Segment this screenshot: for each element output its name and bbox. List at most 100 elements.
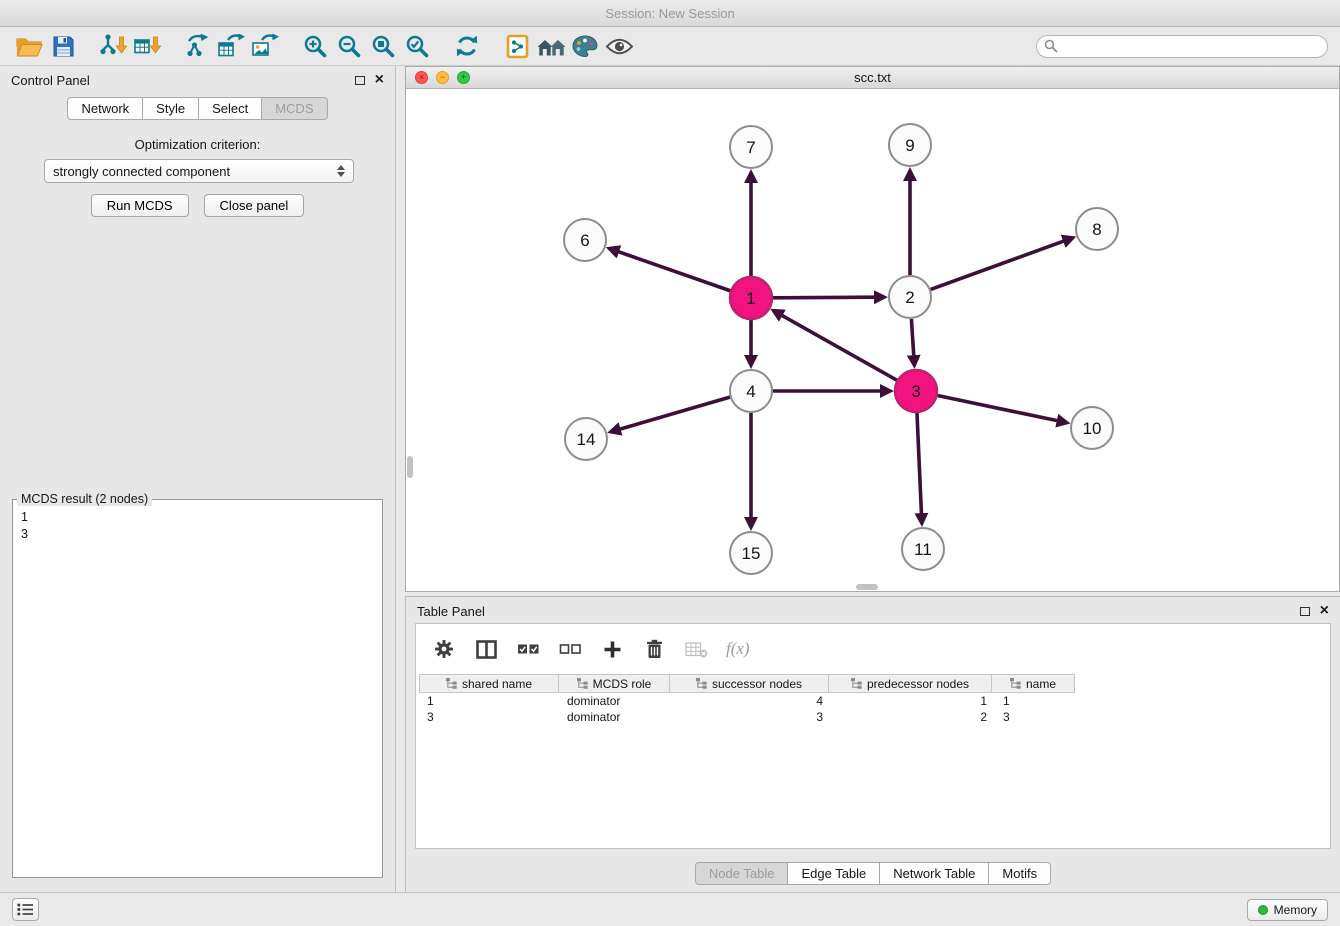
fx-icon[interactable]: f(x) [722, 639, 750, 659]
optimization-dropdown[interactable]: strongly connected component [44, 159, 354, 183]
column-header-shared-name[interactable]: shared name [419, 674, 559, 693]
edge-3-to-1[interactable] [781, 315, 896, 380]
table-row[interactable]: 3dominator323 [419, 709, 1330, 725]
select-all-icon[interactable] [512, 633, 544, 665]
graph-node-1[interactable]: 1 [730, 277, 772, 319]
cell-MCDS-role[interactable]: dominator [559, 693, 671, 709]
cell-successor-nodes[interactable]: 4 [671, 693, 831, 709]
column-header-MCDS-role[interactable]: MCDS role [558, 674, 670, 693]
cell-name[interactable]: 3 [995, 709, 1079, 725]
export-table-icon[interactable] [214, 30, 248, 62]
maximize-window-icon[interactable]: + [457, 71, 470, 84]
document-share-icon[interactable] [500, 30, 534, 62]
close-panel-icon[interactable]: × [375, 72, 384, 88]
graph-node-6[interactable]: 6 [564, 219, 606, 261]
deselect-all-icon[interactable] [554, 633, 586, 665]
statusbar: Memory [0, 892, 1340, 926]
graph-node-3[interactable]: 3 [895, 370, 937, 412]
table-panel-header: Table Panel × [406, 597, 1340, 625]
graph-node-2[interactable]: 2 [889, 276, 931, 318]
edge-1-to-2[interactable] [773, 297, 875, 298]
graph-node-8[interactable]: 8 [1076, 208, 1118, 250]
main-toolbar [0, 27, 1340, 66]
columns-icon[interactable] [470, 633, 502, 665]
tab-node-table[interactable]: Node Table [695, 862, 789, 885]
edge-3-to-10[interactable] [938, 396, 1058, 421]
cell-predecessor-nodes[interactable]: 2 [831, 709, 995, 725]
network-view-window: × − + scc.txt 1 2 3 4 6 7 8 9 10 11 14 15 [405, 66, 1340, 592]
import-table-icon[interactable] [130, 30, 164, 62]
network-graph-canvas[interactable]: 1 2 3 4 6 7 8 9 10 11 14 15 [406, 89, 1339, 592]
graph-node-11[interactable]: 11 [902, 528, 944, 570]
add-row-icon[interactable] [596, 633, 628, 665]
refresh-icon[interactable] [450, 30, 484, 62]
edge-2-to-3[interactable] [911, 319, 913, 356]
graph-node-4[interactable]: 4 [730, 370, 772, 412]
column-header-successor-nodes[interactable]: successor nodes [669, 674, 829, 693]
graph-node-9[interactable]: 9 [889, 124, 931, 166]
open-folder-icon[interactable] [12, 30, 46, 62]
column-header-name[interactable]: name [991, 674, 1075, 693]
tab-motifs[interactable]: Motifs [989, 862, 1051, 885]
tab-select[interactable]: Select [199, 97, 262, 120]
memory-button[interactable]: Memory [1247, 899, 1328, 921]
edge-2-to-8[interactable] [931, 241, 1064, 290]
export-network-icon[interactable] [180, 30, 214, 62]
graph-node-7[interactable]: 7 [730, 126, 772, 168]
column-header-label: name [1026, 677, 1056, 691]
save-icon[interactable] [46, 30, 80, 62]
export-image-icon[interactable] [248, 30, 282, 62]
titlebar[interactable]: Session: New Session [0, 0, 1340, 27]
houses-icon[interactable] [534, 30, 568, 62]
tab-network[interactable]: Network [67, 97, 143, 120]
edge-3-to-11[interactable] [917, 413, 921, 514]
zoom-out-icon[interactable] [332, 30, 366, 62]
cell-shared-name[interactable]: 1 [419, 693, 559, 709]
close-panel-button[interactable]: Close panel [204, 194, 305, 217]
eye-icon[interactable] [602, 30, 636, 62]
horizontal-scrollbar[interactable] [856, 584, 878, 590]
graph-node-14[interactable]: 14 [565, 418, 607, 460]
cell-predecessor-nodes[interactable]: 1 [831, 693, 995, 709]
delete-row-icon[interactable] [638, 633, 670, 665]
zoom-selected-icon[interactable] [400, 30, 434, 62]
settings-gear-icon[interactable] [428, 633, 460, 665]
mcds-result-text[interactable]: 1 3 [13, 506, 382, 877]
delete-table-icon[interactable] [680, 633, 712, 665]
graph-node-10[interactable]: 10 [1071, 407, 1113, 449]
control-panel-header: Control Panel × [0, 66, 395, 94]
table-tabs: Node TableEdge TableNetwork TableMotifs [406, 862, 1340, 885]
cell-successor-nodes[interactable]: 3 [671, 709, 831, 725]
tab-network-table[interactable]: Network Table [880, 862, 989, 885]
tab-edge-table[interactable]: Edge Table [788, 862, 880, 885]
memory-status-icon [1258, 905, 1268, 915]
float-panel-icon[interactable] [355, 76, 365, 85]
task-history-button[interactable] [12, 898, 39, 921]
tab-style[interactable]: Style [143, 97, 199, 120]
tab-mcds[interactable]: MCDS [262, 97, 327, 120]
window-controls: × − + [415, 71, 470, 84]
zoom-in-icon[interactable] [298, 30, 332, 62]
vertical-scrollbar[interactable] [407, 456, 413, 478]
table-row[interactable]: 1dominator411 [419, 693, 1330, 709]
network-window-titlebar[interactable]: × − + scc.txt [406, 67, 1339, 89]
edge-4-to-14[interactable] [620, 397, 730, 429]
close-table-panel-icon[interactable]: × [1320, 603, 1329, 619]
run-mcds-button[interactable]: Run MCDS [91, 194, 189, 217]
close-window-icon[interactable]: × [415, 71, 428, 84]
edge-1-to-6[interactable] [618, 252, 730, 291]
import-network-icon[interactable] [96, 30, 130, 62]
zoom-fit-icon[interactable] [366, 30, 400, 62]
cell-MCDS-role[interactable]: dominator [559, 709, 671, 725]
palette-icon[interactable] [568, 30, 602, 62]
minimize-window-icon[interactable]: − [436, 71, 449, 84]
search-input[interactable] [1036, 35, 1328, 58]
search-box[interactable] [1036, 35, 1328, 58]
graph-node-15[interactable]: 15 [730, 532, 772, 574]
column-header-predecessor-nodes[interactable]: predecessor nodes [828, 674, 992, 693]
float-table-panel-icon[interactable] [1300, 607, 1310, 616]
sort-icon [1010, 678, 1021, 689]
cell-name[interactable]: 1 [995, 693, 1079, 709]
graph-node-label: 2 [905, 288, 914, 307]
cell-shared-name[interactable]: 3 [419, 709, 559, 725]
